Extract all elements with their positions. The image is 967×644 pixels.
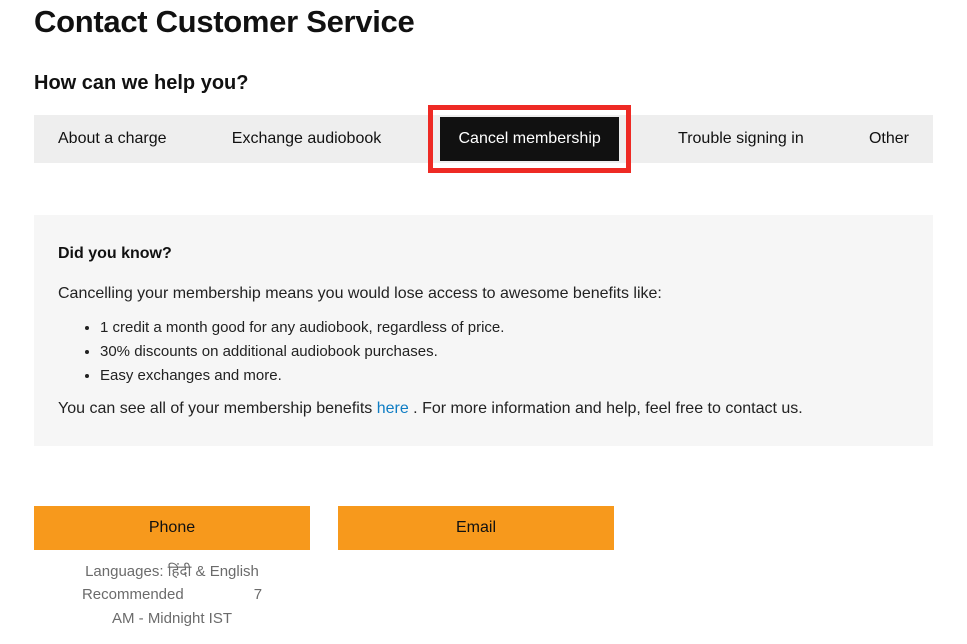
info-footer-post: . For more information and help, feel fr… — [409, 400, 803, 417]
benefits-list: 1 credit a month good for any audiobook,… — [58, 319, 909, 384]
tab-about-charge[interactable]: About a charge — [52, 118, 173, 160]
benefit-item: 30% discounts on additional audiobook pu… — [100, 343, 909, 360]
info-footer-pre: You can see all of your membership benef… — [58, 400, 377, 417]
help-heading: How can we help you? — [34, 72, 933, 95]
tabs-bar: About a charge Exchange audiobook Cancel… — [34, 115, 933, 163]
tab-other[interactable]: Other — [863, 118, 915, 160]
info-panel: Did you know? Cancelling your membership… — [34, 215, 933, 446]
phone-recommended-num: 7 — [254, 583, 262, 606]
tab-cancel-membership[interactable]: Cancel membership — [440, 117, 618, 161]
tab-trouble-signing-in[interactable]: Trouble signing in — [672, 118, 810, 160]
phone-languages: Languages: हिंदी & English — [34, 560, 310, 583]
email-button[interactable]: Email — [338, 506, 614, 550]
phone-recommended: Recommended — [82, 583, 184, 606]
benefits-link[interactable]: here — [377, 400, 409, 417]
tab-exchange-audiobook[interactable]: Exchange audiobook — [226, 118, 387, 160]
phone-hours: AM - Midnight IST — [34, 607, 310, 630]
info-intro: Cancelling your membership means you wou… — [58, 285, 909, 303]
phone-button[interactable]: Phone — [34, 506, 310, 550]
tab-cancel-membership-wrap: Cancel membership — [440, 117, 618, 161]
page-title: Contact Customer Service — [34, 4, 933, 40]
contact-buttons: Phone Email — [34, 506, 933, 550]
info-footer: You can see all of your membership benef… — [58, 400, 909, 418]
benefit-item: 1 credit a month good for any audiobook,… — [100, 319, 909, 336]
benefit-item: Easy exchanges and more. — [100, 367, 909, 384]
info-heading: Did you know? — [58, 245, 909, 263]
phone-details: Languages: हिंदी & English Recommended 7… — [34, 560, 310, 630]
